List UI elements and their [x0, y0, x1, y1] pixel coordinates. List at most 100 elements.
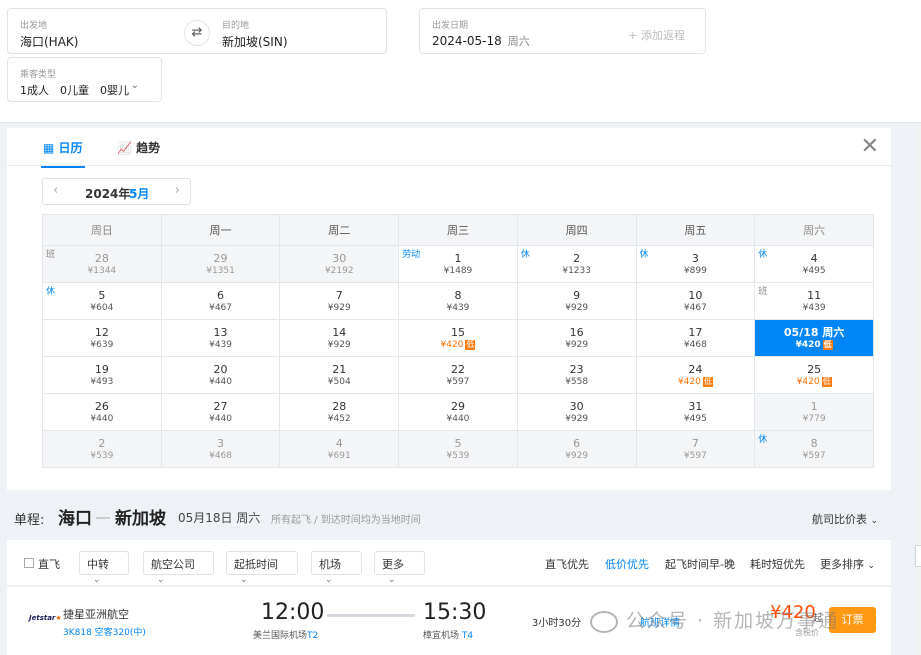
day-number: 12 — [94, 325, 109, 339]
calendar-day-cell[interactable]: 21 ¥504 — [279, 356, 400, 394]
calendar-day-cell[interactable]: 4 ¥691 — [279, 430, 400, 468]
from-value[interactable]: 海口(HAK) — [20, 33, 78, 50]
passenger-value[interactable]: 1成人 0儿童 0婴儿 — [20, 82, 129, 98]
calendar-day-cell[interactable]: 6 ¥929 — [516, 430, 637, 468]
passenger-selector[interactable]: 乘客类型 1成人 0儿童 0婴儿 ⌄ — [7, 57, 162, 102]
compare-table-button[interactable]: 航司比价表 ⌄ — [812, 511, 878, 527]
calendar-day-cell[interactable]: 14 ¥929 — [279, 319, 400, 357]
day-price-row: ¥439 — [755, 302, 873, 314]
calendar-day-cell[interactable]: 1 ¥779 — [754, 393, 874, 431]
more-dropdown[interactable]: 更多⌄ — [374, 551, 425, 585]
calendar-day-cell[interactable]: 30 ¥929 — [516, 393, 637, 431]
chevron-down-icon[interactable]: ⌄ — [131, 80, 139, 91]
day-number: 27 — [213, 399, 228, 413]
sort-low-price[interactable]: 低价优先 — [605, 556, 649, 572]
date-selector[interactable]: 出发日期 2024-05-18 周六 + 添加返程 — [419, 8, 706, 54]
calendar-day-cell[interactable]: 10 ¥467 — [635, 282, 756, 320]
day-price: ¥440 — [446, 413, 470, 424]
transfer-dropdown[interactable]: 中转⌄ — [79, 551, 129, 585]
day-price: ¥1344 — [87, 265, 117, 276]
calendar-day-cell[interactable]: 劳动 1 ¥1489 — [398, 245, 518, 283]
day-number: 3 — [691, 251, 699, 265]
tab-calendar[interactable]: ▦ 日历 — [41, 139, 85, 168]
day-price: ¥929 — [327, 302, 351, 313]
calendar-day-cell[interactable]: 16 ¥929 — [516, 319, 637, 357]
day-price-row: ¥420 低 — [755, 339, 873, 351]
day-price: ¥558 — [565, 376, 589, 387]
calendar-day-cell[interactable]: 12 ¥639 — [42, 319, 162, 357]
time-dropdown[interactable]: 起抵时间⌄ — [226, 551, 298, 585]
calendar-day-cell[interactable]: 30 ¥2192 — [279, 245, 400, 283]
calendar-panel: ▦ 日历 📈 趋势 ✕ ‹ 2024年 5月 › 周日 周一 周二 周三 周四 周五 周六 … — [7, 128, 891, 490]
day-price-row: ¥539 — [399, 450, 517, 462]
date-value[interactable]: 2024-05-18 周六 — [432, 33, 530, 49]
calendar-day-cell[interactable]: 休 2 ¥1233 — [516, 245, 637, 283]
calendar-day-cell[interactable]: 26 ¥440 — [42, 393, 162, 431]
airline-dropdown[interactable]: 航空公司⌄ — [143, 551, 214, 585]
sort-more[interactable]: 更多排序 ⌄ — [820, 556, 875, 572]
calendar-day-cell[interactable]: 25 ¥420 低 — [754, 356, 874, 394]
close-icon[interactable]: ✕ — [861, 134, 879, 159]
day-price-row: ¥420 低 — [637, 376, 755, 388]
calendar-day-cell[interactable]: 3 ¥468 — [160, 430, 281, 468]
chevron-right-icon[interactable]: › — [175, 183, 180, 198]
calendar-day-cell[interactable]: 2 ¥539 — [42, 430, 162, 468]
holiday-tag: 休 — [46, 287, 56, 297]
calendar-day-cell[interactable]: 17 ¥468 — [635, 319, 756, 357]
calendar-day-cell[interactable]: 23 ¥558 — [516, 356, 637, 394]
day-number: 6 — [573, 436, 581, 450]
calendar-day-cell[interactable]: 休 4 ¥495 — [754, 245, 874, 283]
calendar-day-cell[interactable]: 27 ¥440 — [160, 393, 281, 431]
calendar-day-cell[interactable]: 24 ¥420 低 — [635, 356, 756, 394]
day-number: 7 — [335, 288, 343, 302]
day-price: ¥495 — [802, 265, 826, 276]
day-price-row: ¥440 — [162, 376, 280, 388]
swap-icon[interactable]: ⇄ — [184, 20, 210, 46]
day-price-row: ¥779 — [755, 413, 873, 425]
day-number: 16 — [569, 325, 584, 339]
calendar-day-cell[interactable]: 19 ¥493 — [42, 356, 162, 394]
chevron-left-icon[interactable]: ‹ — [53, 183, 58, 198]
day-number: 31 — [688, 399, 703, 413]
calendar-day-cell[interactable]: 8 ¥439 — [398, 282, 518, 320]
watermark: 公众号 · 新加坡万事通 — [590, 606, 839, 633]
sort-departure[interactable]: 起飞时间早-晚 — [665, 556, 735, 572]
holiday-tag: 休 — [639, 250, 649, 260]
calendar-day-cell[interactable]: 6 ¥467 — [160, 282, 281, 320]
calendar-day-cell[interactable]: 班 11 ¥439 — [754, 282, 874, 320]
calendar-day-cell[interactable]: 31 ¥495 — [635, 393, 756, 431]
calendar-day-cell[interactable]: 9 ¥929 — [516, 282, 637, 320]
weekday-label: 周二 — [279, 214, 400, 246]
trip-type-label: 单程: — [14, 513, 45, 528]
calendar-day-cell[interactable]: 20 ¥440 — [160, 356, 281, 394]
tab-trend[interactable]: 📈 趋势 — [117, 139, 160, 156]
calendar-day-cell[interactable]: 休 5 ¥604 — [42, 282, 162, 320]
side-tab[interactable] — [915, 545, 921, 567]
day-number: 6 — [217, 288, 225, 302]
chevron-down-icon: ⌄ — [240, 575, 248, 585]
calendar-day-cell[interactable]: 15 ¥420 低 — [398, 319, 518, 357]
calendar-day-cell[interactable]: 休 3 ¥899 — [635, 245, 756, 283]
calendar-day-cell[interactable]: 22 ¥597 — [398, 356, 518, 394]
sort-duration[interactable]: 耗时短优先 — [750, 556, 805, 572]
calendar-day-cell[interactable]: 班 28 ¥1344 — [42, 245, 162, 283]
direct-checkbox[interactable] — [24, 558, 34, 568]
sort-direct[interactable]: 直飞优先 — [545, 556, 589, 572]
to-value[interactable]: 新加坡(SIN) — [222, 33, 288, 50]
calendar-day-cell[interactable]: 29 ¥1351 — [160, 245, 281, 283]
calendar-day-cell[interactable]: 28 ¥452 — [279, 393, 400, 431]
calendar-day-cell[interactable]: 13 ¥439 — [160, 319, 281, 357]
calendar-day-cell[interactable]: 5 ¥539 — [398, 430, 518, 468]
arrival-airport: 樟宜机场 T4 — [423, 631, 474, 641]
day-price-row: ¥597 — [637, 450, 755, 462]
flight-number[interactable]: 3K818 空客320(中) — [63, 625, 146, 638]
calendar-day-cell[interactable]: 7 ¥929 — [279, 282, 400, 320]
airport-dropdown[interactable]: 机场⌄ — [311, 551, 362, 585]
day-number: 2 — [573, 251, 581, 265]
calendar-day-cell[interactable]: 05/18 周六 ¥420 低 — [754, 319, 874, 357]
calendar-day-cell[interactable]: 29 ¥440 — [398, 393, 518, 431]
calendar-day-cell[interactable]: 休 8 ¥597 — [754, 430, 874, 468]
day-price-row: ¥558 — [518, 376, 636, 388]
add-return-button[interactable]: + 添加返程 — [628, 27, 685, 43]
calendar-day-cell[interactable]: 7 ¥597 — [635, 430, 756, 468]
